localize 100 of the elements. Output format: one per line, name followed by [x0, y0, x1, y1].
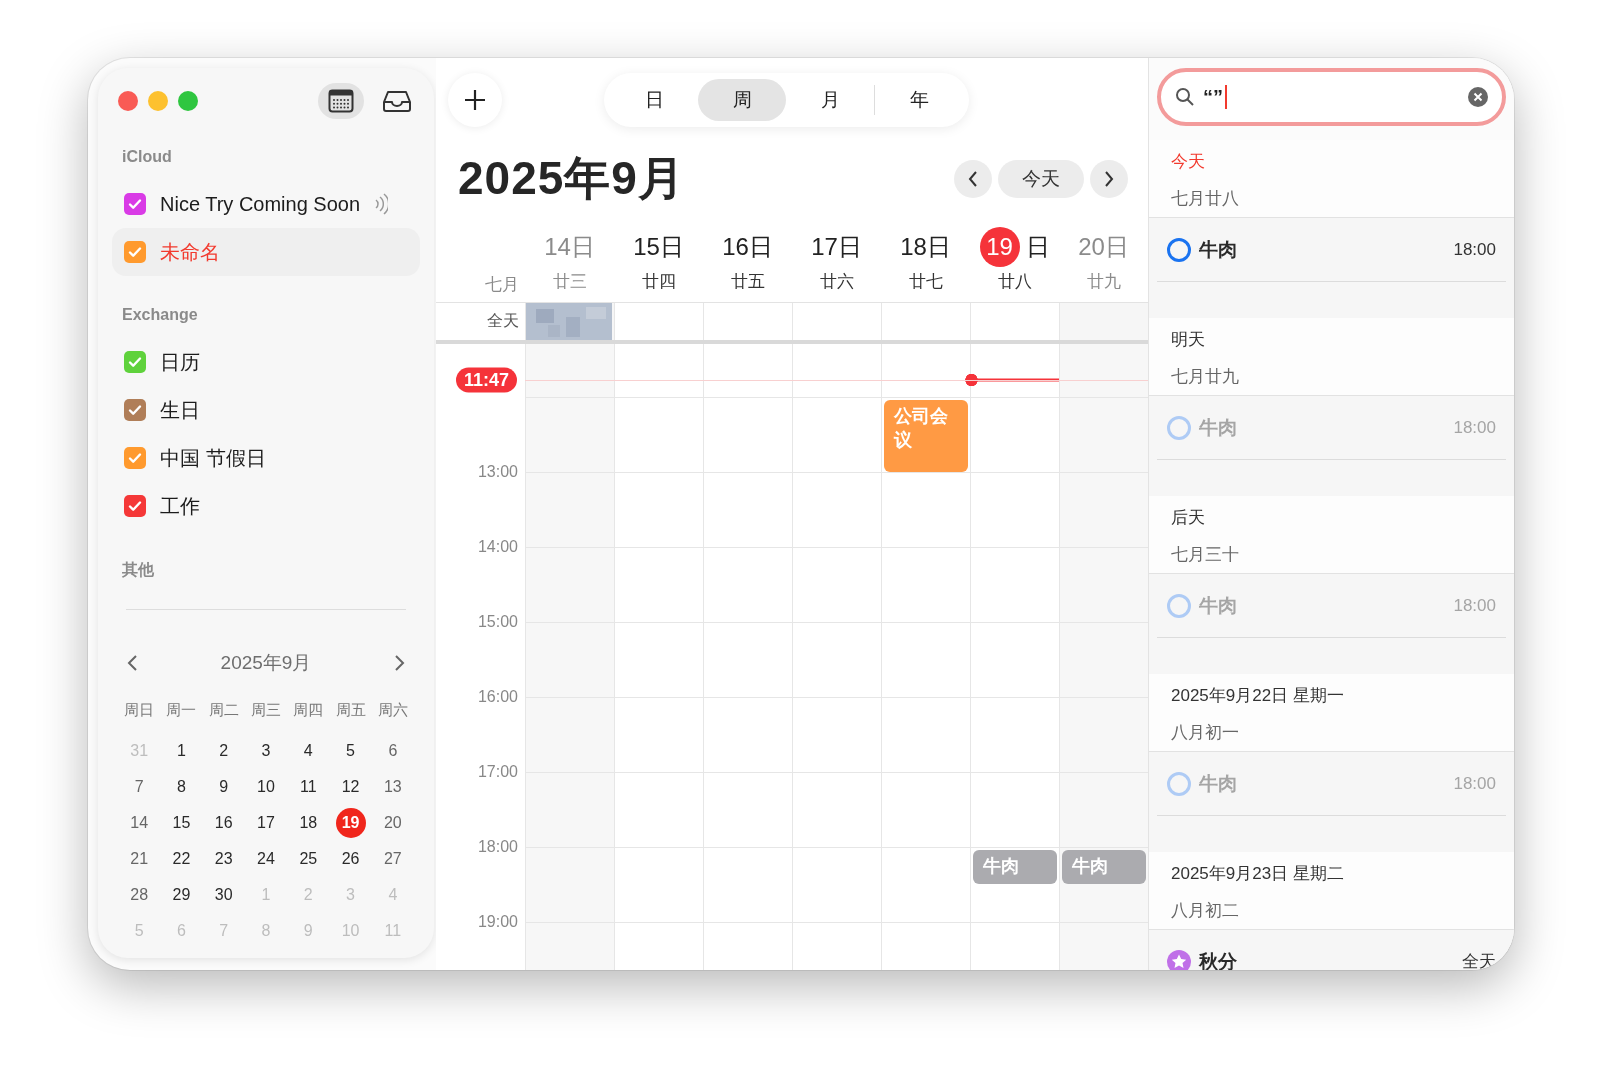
calendar-item[interactable]: 日历: [112, 338, 420, 386]
calendar-name: 生日: [160, 397, 200, 423]
mini-calendar-day[interactable]: 10: [251, 772, 281, 802]
day-date: 20日: [1078, 232, 1129, 262]
mini-calendar-day[interactable]: 21: [124, 844, 155, 874]
view-tab[interactable]: 日: [610, 79, 698, 121]
mini-calendar-day[interactable]: 28: [124, 880, 155, 910]
calendar-item[interactable]: 生日: [112, 386, 420, 434]
weekday-label: 周四: [292, 700, 325, 720]
calendar-checkbox[interactable]: [124, 193, 146, 215]
calendar-checkbox[interactable]: [124, 351, 146, 373]
day-date: 16日: [722, 232, 773, 262]
today-date-badge: 19: [979, 227, 1020, 267]
checkmark-icon: [128, 499, 142, 513]
mini-calendar-day[interactable]: 24: [251, 844, 281, 874]
calendar-item[interactable]: 工作: [112, 482, 420, 530]
calendar-name: Nice Try Coming Soon: [160, 192, 361, 216]
mini-calendar-title: 2025年9月: [220, 651, 312, 675]
result-title: 牛肉: [1199, 771, 1237, 796]
search-value: “”: [1203, 85, 1223, 109]
next-week-button[interactable]: [1090, 160, 1128, 198]
today-button[interactable]: 今天: [998, 160, 1084, 198]
mini-calendar-day[interactable]: 23: [208, 844, 239, 874]
mini-calendar-day[interactable]: 6: [377, 736, 408, 766]
result-day-title: 后天: [1171, 507, 1206, 529]
checkmark-icon: [128, 355, 142, 369]
view-tab[interactable]: 月: [786, 79, 874, 121]
calendar-item[interactable]: Nice Try Coming Soon: [112, 180, 420, 228]
day-date: 15日: [633, 232, 684, 262]
next-month-icon[interactable]: [394, 654, 406, 672]
zoom-button[interactable]: [178, 91, 198, 111]
calendar-item[interactable]: 中国 节假日: [112, 434, 420, 482]
all-day-cell[interactable]: [1059, 303, 1148, 340]
search-field[interactable]: “”: [1157, 68, 1506, 126]
search-result[interactable]: 牛肉 18:00: [1157, 218, 1506, 282]
lunar-date: 廿三: [552, 271, 587, 293]
previous-week-button[interactable]: [954, 160, 992, 198]
mini-calendar-day[interactable]: 27: [377, 844, 408, 874]
mini-calendar-day[interactable]: 7: [124, 772, 155, 802]
mini-calendar-day[interactable]: 17: [251, 808, 281, 838]
lunar-month-label: 七月: [485, 274, 519, 296]
calendar-checkbox[interactable]: [124, 447, 146, 469]
day-date: 14日: [544, 232, 595, 262]
mini-calendar-day[interactable]: 2: [208, 736, 239, 766]
view-tab[interactable]: 周: [698, 79, 786, 121]
group-title: 其他: [122, 560, 155, 580]
search-icon: [1175, 87, 1195, 107]
mini-calendar-day[interactable]: 22: [166, 844, 197, 874]
lunar-date: 廿八: [997, 271, 1032, 293]
mini-calendar-day[interactable]: 25: [293, 844, 324, 874]
mini-calendar-day[interactable]: 1: [166, 736, 197, 766]
result-time: 18:00: [1453, 595, 1496, 616]
day-column[interactable]: [525, 344, 614, 970]
calendar-checkbox[interactable]: [124, 241, 146, 263]
close-button[interactable]: [118, 91, 138, 111]
lunar-date: 廿四: [641, 271, 676, 293]
mini-calendar-day[interactable]: 19: [335, 808, 366, 838]
weekday-label: 周一: [165, 700, 198, 720]
view-tab[interactable]: 年: [875, 79, 963, 121]
result-lunar-date: 七月三十: [1171, 544, 1240, 566]
day-suffix: 日: [1025, 232, 1050, 262]
group-title: Exchange: [122, 306, 199, 324]
checkmark-icon: [128, 451, 142, 465]
result-lunar-date: 七月廿八: [1171, 188, 1240, 210]
chevron-right-icon: [1104, 171, 1114, 187]
mini-calendar-day[interactable]: 11: [293, 772, 324, 802]
hour-label: 18:00: [476, 837, 518, 856]
mini-calendar-day[interactable]: 8: [166, 772, 197, 802]
calendar-icon: [328, 89, 354, 113]
calendar-name: 日历: [160, 349, 200, 375]
mini-calendar-day[interactable]: 13: [377, 772, 408, 802]
calendar-list-button[interactable]: [318, 83, 364, 119]
plus-icon: [464, 89, 486, 111]
mini-calendar-day[interactable]: 3: [251, 736, 281, 766]
minimize-button[interactable]: [148, 91, 168, 111]
mini-calendar-day[interactable]: 18: [293, 808, 324, 838]
mini-calendar-day[interactable]: 29: [166, 880, 197, 910]
mini-calendar-day[interactable]: 9: [208, 772, 239, 802]
mini-calendar-day[interactable]: 12: [335, 772, 366, 802]
text-cursor: [1225, 85, 1227, 109]
calendar-checkbox[interactable]: [124, 399, 146, 421]
mini-calendar-day[interactable]: 15: [166, 808, 197, 838]
previous-month-icon[interactable]: [126, 654, 138, 672]
result-title: 牛肉: [1199, 593, 1237, 618]
event-ring-icon: [1167, 415, 1191, 440]
weekday-label: 周日: [123, 700, 156, 720]
mini-calendar-day[interactable]: 20: [377, 808, 408, 838]
mini-calendar-day[interactable]: 4: [293, 736, 324, 766]
hour-label: 17:00: [476, 762, 518, 781]
mini-calendar-day[interactable]: 30: [208, 880, 239, 910]
mini-calendar-day[interactable]: 14: [124, 808, 155, 838]
day-date: 17日: [811, 232, 862, 262]
clear-icon[interactable]: [1468, 87, 1488, 107]
calendar-checkbox[interactable]: [124, 495, 146, 517]
lunar-date: 廿七: [908, 271, 943, 293]
mini-calendar-day[interactable]: 5: [335, 736, 366, 766]
hour-label: 16:00: [476, 687, 518, 706]
day-date: 18日: [900, 232, 951, 262]
mini-calendar-day[interactable]: 26: [335, 844, 366, 874]
mini-calendar-day[interactable]: 16: [208, 808, 239, 838]
